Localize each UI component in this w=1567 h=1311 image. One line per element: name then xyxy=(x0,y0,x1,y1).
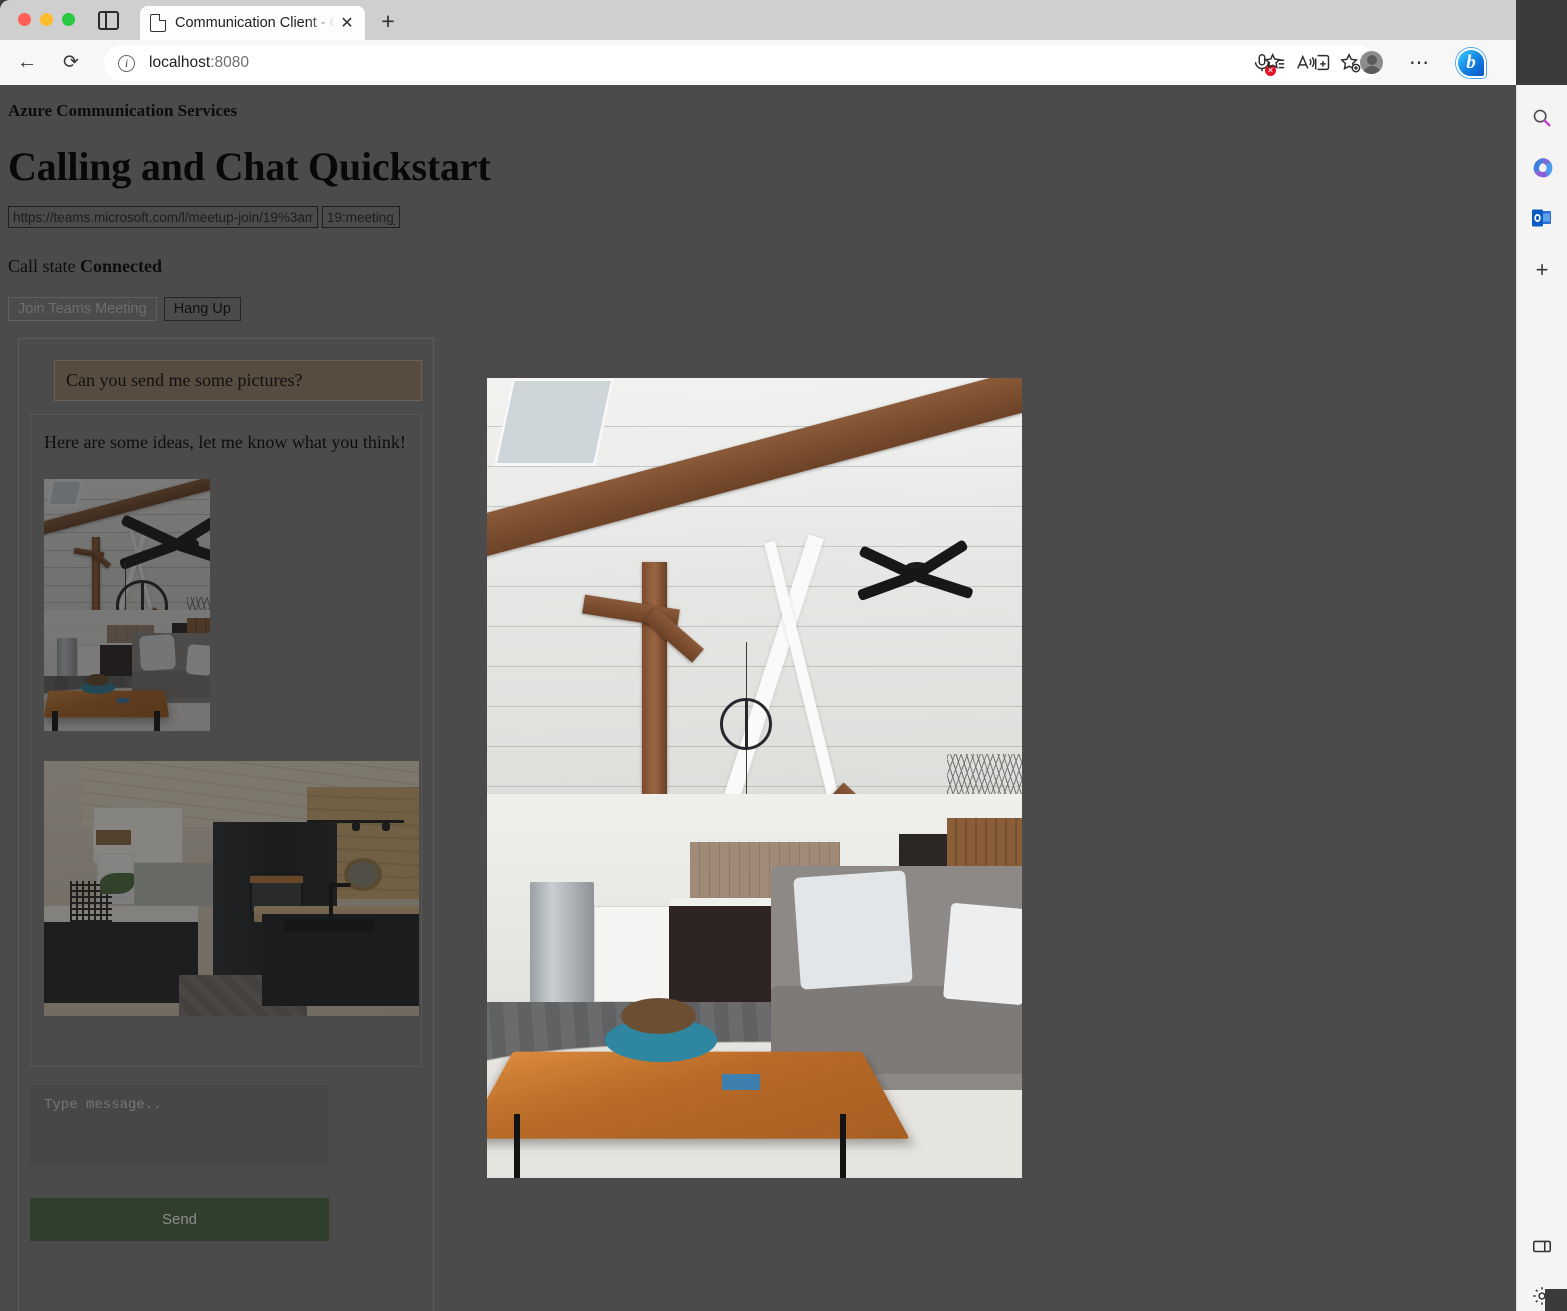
window-bottom-corner xyxy=(1545,1289,1567,1311)
call-state-label: Call state xyxy=(8,256,76,276)
address-host: localhost xyxy=(149,54,211,71)
hang-up-button[interactable]: Hang Up xyxy=(163,297,241,321)
chat-message-text: Here are some ideas, let me know what yo… xyxy=(44,432,406,452)
close-icon[interactable]: ✕ xyxy=(337,13,357,33)
browser-tab[interactable]: Communication Client - Calling ✕ xyxy=(140,6,365,40)
navigation-bar: ← ⟳ i localhost:8080 ✕ ⋯ b xyxy=(0,40,1516,85)
maximize-window-button[interactable] xyxy=(62,13,75,26)
living-room-thumbnail[interactable] xyxy=(44,479,210,731)
edge-sidebar: + xyxy=(1516,85,1567,1311)
page-viewport: Azure Communication Services Calling and… xyxy=(0,85,1516,1311)
chat-compose-area: Send xyxy=(30,1085,422,1241)
chat-message-local: Here are some ideas, let me know what yo… xyxy=(30,414,422,1067)
kitchen-thumbnail[interactable] xyxy=(44,761,419,1016)
close-window-button[interactable] xyxy=(18,13,31,26)
chat-panel: Can you send me some pictures? Here are … xyxy=(18,338,434,1311)
split-pane-icon[interactable] xyxy=(1527,1231,1557,1261)
chat-message-remote: Can you send me some pictures? xyxy=(54,360,422,401)
new-tab-button[interactable]: + xyxy=(377,10,399,33)
outlook-icon[interactable] xyxy=(1527,203,1557,233)
join-teams-meeting-button[interactable]: Join Teams Meeting xyxy=(8,297,157,321)
quickstart-page: Azure Communication Services Calling and… xyxy=(0,85,1516,1311)
page-icon xyxy=(150,14,166,32)
toolbar-actions: ⋯ b xyxy=(1264,40,1486,85)
back-arrow-icon[interactable]: ← xyxy=(14,50,40,76)
microsoft365-icon[interactable] xyxy=(1527,153,1557,183)
message-input[interactable] xyxy=(30,1085,329,1165)
favorites-icon[interactable] xyxy=(1264,52,1286,74)
call-buttons-row: Join Teams Meeting Hang Up xyxy=(8,297,1508,321)
more-settings-icon[interactable]: ⋯ xyxy=(1409,53,1430,73)
search-icon[interactable] xyxy=(1527,103,1557,133)
collections-icon[interactable] xyxy=(1312,52,1334,74)
call-state: Call state Connected xyxy=(8,256,1508,277)
meeting-inputs-row xyxy=(8,206,1508,228)
minimize-window-button[interactable] xyxy=(40,13,53,26)
meeting-link-input[interactable] xyxy=(8,206,318,228)
add-app-icon[interactable]: + xyxy=(1527,255,1557,285)
tab-title: Communication Client - Calling xyxy=(175,15,337,31)
address-bar-text: localhost:8080 xyxy=(149,54,249,72)
profile-avatar-icon[interactable] xyxy=(1360,51,1383,74)
address-port: :8080 xyxy=(210,54,249,71)
tab-list-icon[interactable] xyxy=(98,11,119,30)
window-controls xyxy=(18,13,75,26)
page-title: Calling and Chat Quickstart xyxy=(8,144,491,189)
site-info-icon[interactable]: i xyxy=(118,54,135,72)
browser-window: Communication Client - Calling ✕ + ← ⟳ i… xyxy=(0,0,1516,1311)
address-bar[interactable]: i localhost:8080 ✕ xyxy=(104,45,1375,81)
page-subtitle: Azure Communication Services xyxy=(8,101,238,120)
living-room-full-preview[interactable] xyxy=(487,378,1022,1178)
reload-icon[interactable]: ⟳ xyxy=(58,50,84,76)
call-state-value: Connected xyxy=(79,256,162,276)
bing-chat-icon[interactable]: b xyxy=(1456,47,1486,78)
send-button[interactable]: Send xyxy=(30,1198,329,1241)
tab-strip: Communication Client - Calling ✕ + xyxy=(0,0,1516,40)
thread-id-input[interactable] xyxy=(322,206,400,228)
